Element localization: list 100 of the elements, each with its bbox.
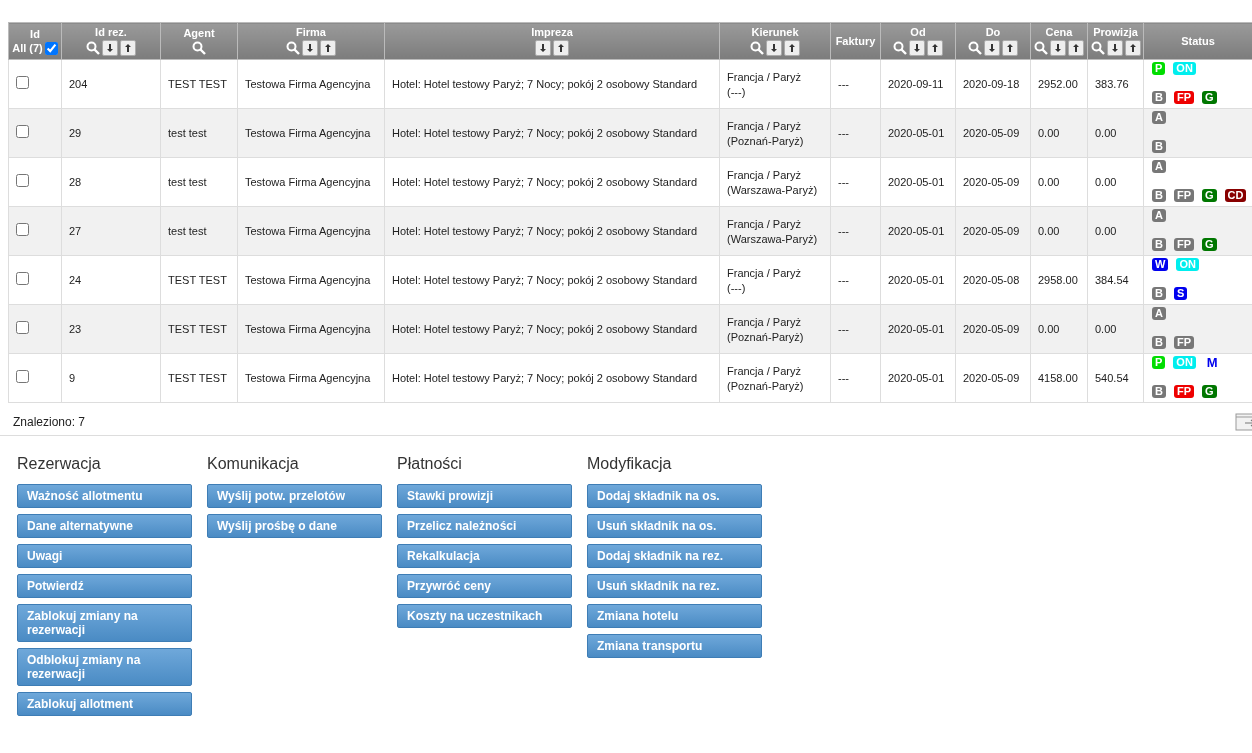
action-button[interactable]: Dodaj składnik na os. [587, 484, 762, 508]
action-button[interactable]: Przywróć ceny [397, 574, 572, 598]
status-badge: ON [1173, 356, 1196, 369]
search-icon[interactable] [1090, 41, 1105, 55]
row-checkbox[interactable] [16, 223, 29, 236]
table-cell: Testowa Firma Agencyjna [245, 323, 371, 335]
action-button[interactable]: Ważność allotmentu [17, 484, 192, 508]
arrow-up-icon [324, 43, 332, 53]
table-cell: 2952.00 [1038, 78, 1078, 90]
section-title: Komunikacja [207, 454, 300, 474]
table-cell: 2020-05-09 [963, 176, 1020, 188]
action-button[interactable]: Koszty na uczestnikach [397, 604, 572, 628]
action-button[interactable]: Rekalkulacja [397, 544, 572, 568]
action-button[interactable]: Dane alternatywne [17, 514, 192, 538]
sort-descending-button[interactable] [1050, 40, 1066, 56]
sort-descending-button[interactable] [535, 40, 551, 56]
table-cell: 383.76 [1095, 78, 1129, 90]
column-title: Id rez. [94, 26, 128, 39]
column-title: Impreza [530, 26, 574, 39]
column-title: Status [1180, 34, 1216, 48]
status-badge: B [1152, 91, 1166, 104]
table-cell: 29 [69, 127, 82, 139]
table-cell: --- [838, 176, 849, 188]
table-cell: 27 [69, 225, 82, 237]
action-button[interactable]: Zablokuj allotment [17, 692, 192, 716]
status-badge: CD [1224, 189, 1247, 202]
search-icon[interactable] [968, 41, 982, 55]
arrow-down-icon [1054, 43, 1062, 53]
table-cell: 0.00 [1095, 225, 1117, 237]
status-badge: B [1152, 287, 1166, 300]
status-badge: A [1152, 307, 1166, 320]
table-cell-text: (Poznań-Paryż) [727, 330, 805, 343]
sort-ascending-button[interactable] [1124, 40, 1141, 56]
action-button[interactable]: Usuń składnik na rez. [587, 574, 762, 598]
search-icon[interactable] [192, 41, 206, 55]
sort-descending-button[interactable] [302, 40, 318, 56]
arrow-up-icon [931, 43, 939, 53]
action-button[interactable]: Potwierdź [17, 574, 192, 598]
action-button[interactable]: Uwagi [17, 544, 192, 568]
search-icon[interactable] [1034, 41, 1048, 55]
status-badge: A [1152, 209, 1166, 222]
select-all-checkbox[interactable] [44, 41, 58, 55]
action-button[interactable]: Zmiana transportu [587, 634, 762, 658]
table-cell-text: (Warszawa-Paryż) [727, 183, 819, 196]
row-checkbox[interactable] [16, 125, 29, 138]
select-all-label: All (7) [12, 42, 43, 54]
search-icon[interactable] [86, 41, 100, 55]
action-button[interactable]: Wyślij potw. przelotów [207, 484, 382, 508]
action-button[interactable]: Przelicz należności [397, 514, 572, 538]
row-checkbox[interactable] [16, 321, 29, 334]
sort-descending-button[interactable] [909, 40, 925, 56]
action-button[interactable]: Wyślij prośbę o dane [207, 514, 382, 538]
status-badge: G [1202, 238, 1217, 251]
status-badge: A [1152, 111, 1166, 124]
column-title: Od [909, 26, 927, 39]
sort-descending-button[interactable] [984, 40, 1000, 56]
arrow-up-icon [788, 43, 796, 53]
sort-ascending-button[interactable] [1068, 40, 1084, 56]
table-cell: --- [838, 78, 849, 90]
table-cell: --- [838, 225, 849, 237]
table-cell-text: (Poznań-Paryż) [727, 134, 805, 147]
table-cell: Hotel: Hotel testowy Paryż; 7 Nocy; pokój 2 osobowy Standard [392, 176, 698, 188]
sort-ascending-button[interactable] [927, 40, 943, 56]
arrow-down-icon [770, 43, 778, 53]
row-checkbox[interactable] [16, 272, 29, 285]
search-icon[interactable] [893, 41, 907, 55]
row-checkbox[interactable] [16, 76, 29, 89]
table-cell: 2020-05-09 [963, 323, 1020, 335]
sort-ascending-button[interactable] [784, 40, 800, 56]
sort-descending-button[interactable] [102, 40, 118, 56]
status-label: M [1205, 356, 1219, 369]
table-cell: 384.54 [1095, 274, 1129, 286]
column-title: Faktury [834, 34, 877, 48]
action-button[interactable]: Stawki prowizji [397, 484, 572, 508]
row-checkbox[interactable] [16, 174, 29, 187]
action-button[interactable]: Zablokuj zmiany na rezerwacji [17, 604, 192, 642]
arrow-up-icon [124, 43, 132, 53]
column-title: Do [984, 26, 1002, 39]
sort-ascending-button[interactable] [320, 40, 336, 56]
action-button[interactable]: Zmiana hotelu [587, 604, 762, 628]
status-badge: B [1152, 189, 1166, 202]
action-button[interactable]: Usuń składnik na os. [587, 514, 762, 538]
sort-ascending-button[interactable] [120, 40, 136, 56]
action-button[interactable]: Dodaj składnik na rez. [587, 544, 762, 568]
table-cell: 0.00 [1095, 176, 1117, 188]
search-icon[interactable] [286, 41, 300, 55]
sort-descending-button[interactable] [1106, 40, 1123, 56]
sort-descending-button[interactable] [766, 40, 782, 56]
search-icon[interactable] [750, 41, 764, 55]
action-button[interactable]: Odblokuj zmiany na rezerwacji [17, 648, 192, 686]
table-cell-text: Francja / Paryż [727, 168, 802, 181]
table-cell: Testowa Firma Agencyjna [245, 225, 371, 237]
table-cell-text: (---) [727, 281, 747, 294]
sort-ascending-button[interactable] [553, 40, 569, 56]
status-badge: B [1152, 336, 1166, 349]
status-badge: W [1152, 258, 1169, 271]
row-checkbox[interactable] [16, 370, 29, 383]
table-cell: test test [168, 127, 207, 139]
sort-ascending-button[interactable] [1002, 40, 1018, 56]
table-cell-text: (Poznań-Paryż) [727, 379, 805, 392]
